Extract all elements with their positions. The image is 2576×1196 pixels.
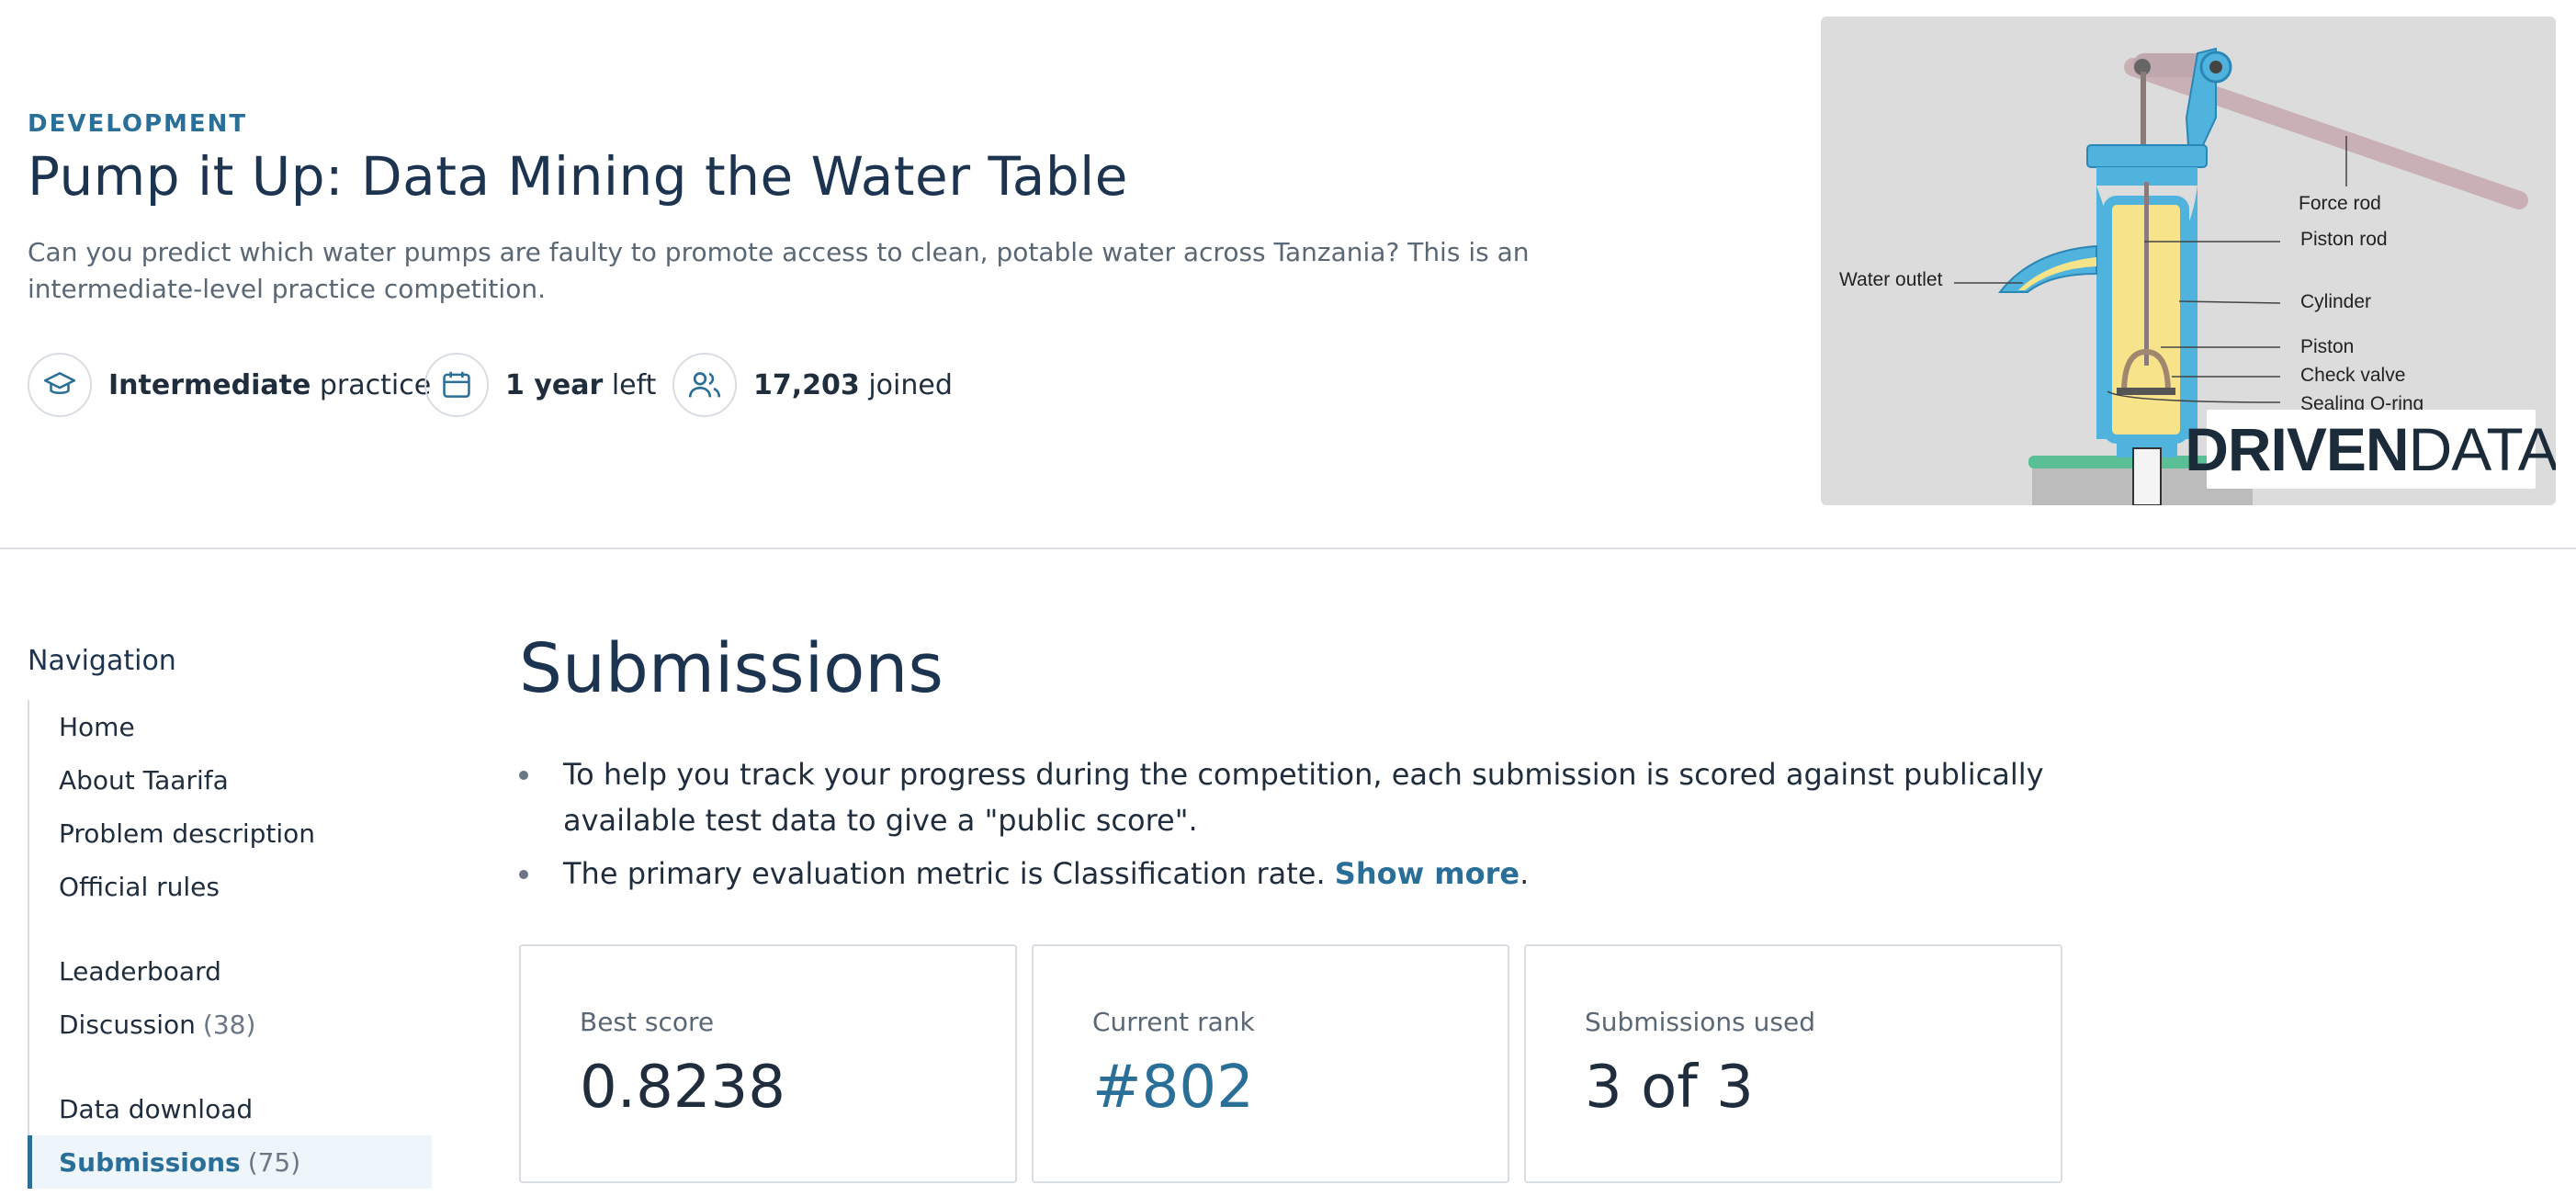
- competition-banner-image: Force rod Piston rod Water outlet Cylind…: [1821, 17, 2556, 505]
- time-left-stat: 1 year left: [424, 353, 656, 417]
- current-rank-card: Current rank #802: [1032, 944, 1509, 1183]
- label-water-outlet: Water outlet: [1839, 269, 1943, 290]
- page-title: Submissions: [519, 629, 943, 708]
- show-more-link[interactable]: Show more: [1335, 856, 1520, 891]
- label-force-rod: Force rod: [2299, 193, 2381, 214]
- label-piston-rod: Piston rod: [2300, 229, 2388, 250]
- info-evaluation-metric: The primary evaluation metric is Classif…: [519, 851, 2072, 897]
- navigation-title: Navigation: [28, 645, 176, 677]
- nav-item-official-rules[interactable]: Official rules: [29, 860, 432, 913]
- info-public-score: To help you track your progress during t…: [519, 751, 2072, 843]
- discussion-count: (38): [202, 1009, 256, 1040]
- difficulty-text: Intermediate practice: [108, 368, 432, 401]
- nav-item-submissions[interactable]: Submissions (75): [28, 1135, 432, 1189]
- submissions-used-card: Submissions used 3 of 3: [1524, 944, 2062, 1183]
- best-score-card: Best score 0.8238: [519, 944, 1017, 1183]
- participants-stat: 17,203 joined: [672, 353, 953, 417]
- competition-title: Pump it Up: Data Mining the Water Table: [28, 145, 1128, 208]
- label-piston: Piston: [2300, 336, 2355, 357]
- calendar-icon: [424, 353, 489, 417]
- nav-item-home[interactable]: Home: [29, 700, 432, 753]
- graduation-cap-icon: [28, 353, 92, 417]
- submissions-count: (75): [247, 1146, 301, 1178]
- current-rank-value[interactable]: #802: [1092, 1054, 1508, 1122]
- competition-description: Can you predict which water pumps are fa…: [28, 237, 1530, 304]
- participants-text: 17,203 joined: [753, 368, 953, 401]
- label-cylinder: Cylinder: [2300, 291, 2372, 312]
- nav-item-leaderboard[interactable]: Leaderboard: [29, 944, 432, 998]
- label-check-valve: Check valve: [2300, 365, 2406, 386]
- best-score-label: Best score: [580, 1007, 715, 1037]
- nav-item-data-download[interactable]: Data download: [29, 1082, 432, 1135]
- nav-item-discussion[interactable]: Discussion (38): [29, 998, 432, 1051]
- users-icon: [672, 353, 737, 417]
- best-score-value: 0.8238: [580, 1054, 785, 1122]
- submissions-used-label: Submissions used: [1585, 1007, 1816, 1037]
- competition-header: DEVELOPMENT Pump it Up: Data Mining the …: [0, 0, 2576, 549]
- difficulty-stat: Intermediate practice: [28, 353, 431, 417]
- submissions-used-value: 3 of 3: [1585, 1054, 1754, 1122]
- submission-info-list: To help you track your progress during t…: [519, 751, 2072, 904]
- drivendata-logo: DRIVENDATA: [2185, 410, 2556, 489]
- sidebar-navigation: Home About Taarifa Problem description O…: [28, 700, 432, 1189]
- competition-category: DEVELOPMENT: [28, 110, 248, 138]
- submission-stats-cards: Best score 0.8238 Current rank #802 Subm…: [519, 944, 2062, 1183]
- current-rank-label: Current rank: [1092, 1007, 1255, 1037]
- nav-item-problem-description[interactable]: Problem description: [29, 807, 432, 860]
- time-left-text: 1 year left: [505, 368, 657, 401]
- nav-item-about[interactable]: About Taarifa: [29, 753, 432, 807]
